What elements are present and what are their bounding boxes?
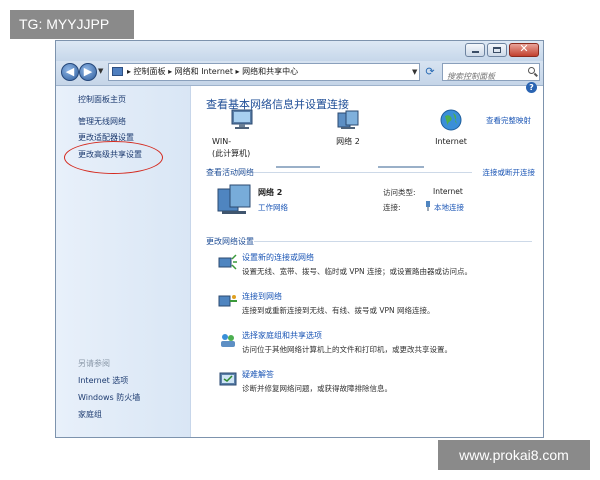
network-label: 网络 2 — [336, 137, 360, 146]
sidebar: 控制面板主页 管理无线网络 更改适配器设置 更改高级共享设置 另请参阅 Inte… — [56, 86, 191, 437]
address-bar: ◀ ▶ ▼ ▸ 控制面板 ▸ 网络和 Internet ▸ 网络和共享中心 ▼ … — [56, 61, 543, 86]
connect-network-icon — [218, 295, 237, 307]
caption-buttons: ✕ — [463, 42, 539, 57]
network-type-link[interactable]: 工作网络 — [258, 202, 288, 213]
active-network-name: 网络 2 — [258, 188, 283, 197]
network-icon — [337, 110, 359, 129]
address-dropdown-icon[interactable]: ▼ — [412, 68, 417, 76]
task-connect-network-desc: 连接到或重新连接到无线、有线、拨号或 VPN 网络连接。 — [242, 306, 435, 315]
watermark: www.prokai8.com — [438, 440, 590, 470]
task-troubleshoot-link[interactable]: 疑难解答 — [242, 369, 274, 380]
search-input[interactable] — [443, 68, 525, 84]
recent-pages-dropdown-icon[interactable]: ▼ — [98, 67, 103, 75]
connect-disconnect-link[interactable]: 连接或断开连接 — [483, 167, 536, 178]
internet-label: Internet — [435, 137, 467, 146]
active-networks-rule — [254, 172, 472, 173]
close-icon: ✕ — [519, 42, 529, 55]
task-connect-network-link[interactable]: 连接到网络 — [242, 291, 282, 302]
access-type-value: Internet — [433, 187, 463, 196]
breadcrumb: ▸ 控制面板 ▸ 网络和 Internet ▸ 网络和共享中心 — [127, 67, 299, 76]
this-computer-node[interactable]: WIN- (此计算机) — [212, 108, 266, 160]
task-new-connection-link[interactable]: 设置新的连接或网络 — [242, 252, 314, 263]
control-panel-icon — [112, 67, 123, 76]
task-homegroup-desc: 访问位于其他网络计算机上的文件和打印机，或更改共享设置。 — [242, 345, 452, 354]
change-settings-label: 更改网络设置 — [206, 237, 254, 246]
search-icon[interactable] — [528, 67, 535, 74]
task-new-connection-desc: 设置无线、宽带、拨号、临时或 VPN 连接；或设置路由器或访问点。 — [242, 267, 473, 276]
map-connector-1 — [276, 166, 320, 168]
map-connector-2 — [378, 166, 424, 168]
ethernet-icon — [426, 201, 430, 211]
internet-node[interactable]: Internet — [426, 108, 476, 148]
connections-label: 连接: — [383, 203, 401, 212]
help-icon[interactable]: ? — [526, 82, 537, 93]
task-homegroup-link[interactable]: 选择家庭组和共享选项 — [242, 330, 322, 341]
access-type-label: 访问类型: — [383, 188, 416, 197]
local-connection-link[interactable]: 本地连接 — [434, 202, 464, 213]
address-path[interactable]: ▸ 控制面板 ▸ 网络和 Internet ▸ 网络和共享中心 — [108, 63, 420, 81]
active-network-icon — [217, 184, 251, 214]
network-node[interactable]: 网络 2 — [325, 108, 371, 148]
task-troubleshoot-desc: 诊断并修复网络问题，或获得故障排除信息。 — [242, 384, 392, 393]
forward-arrow-icon[interactable]: ▶ — [79, 63, 97, 81]
minimize-icon — [472, 51, 479, 53]
sidebar-home-link[interactable]: 控制面板主页 — [78, 94, 126, 105]
highlight-oval — [64, 141, 163, 174]
computer-label: WIN- (此计算机) — [212, 137, 251, 158]
homegroup-icon — [221, 334, 235, 347]
computer-icon — [231, 109, 253, 129]
troubleshoot-icon — [219, 372, 237, 386]
active-networks-label: 查看活动网络 — [206, 168, 254, 177]
tag-label: TG: MYYJJPP — [10, 10, 134, 39]
close-button[interactable]: ✕ — [509, 42, 539, 57]
new-connection-icon — [218, 254, 237, 270]
see-also-internet-options[interactable]: Internet 选项 — [78, 375, 128, 386]
globe-icon — [440, 109, 462, 131]
main-content: ? 查看基本网络信息并设置连接 查看完整映射 WIN- (此计算机) 网络 2 — [190, 82, 543, 437]
network-sharing-center-window: ✕ ◀ ▶ ▼ ▸ 控制面板 ▸ 网络和 Internet ▸ 网络和共享中心 … — [55, 40, 544, 438]
change-settings-rule — [254, 241, 532, 242]
see-also-heading: 另请参阅 — [78, 359, 110, 368]
see-also-windows-firewall[interactable]: Windows 防火墙 — [78, 392, 140, 403]
title-bar: ✕ — [56, 41, 543, 61]
back-arrow-icon[interactable]: ◀ — [61, 63, 79, 81]
refresh-icon[interactable]: ⟳ — [422, 64, 438, 80]
minimize-button[interactable] — [465, 43, 485, 57]
maximize-button[interactable] — [487, 43, 507, 57]
sidebar-item-manage-wireless[interactable]: 管理无线网络 — [78, 116, 126, 127]
full-map-link[interactable]: 查看完整映射 — [486, 115, 531, 126]
maximize-icon — [493, 47, 501, 53]
see-also-homegroup[interactable]: 家庭组 — [78, 409, 102, 420]
search-box[interactable] — [442, 63, 540, 84]
